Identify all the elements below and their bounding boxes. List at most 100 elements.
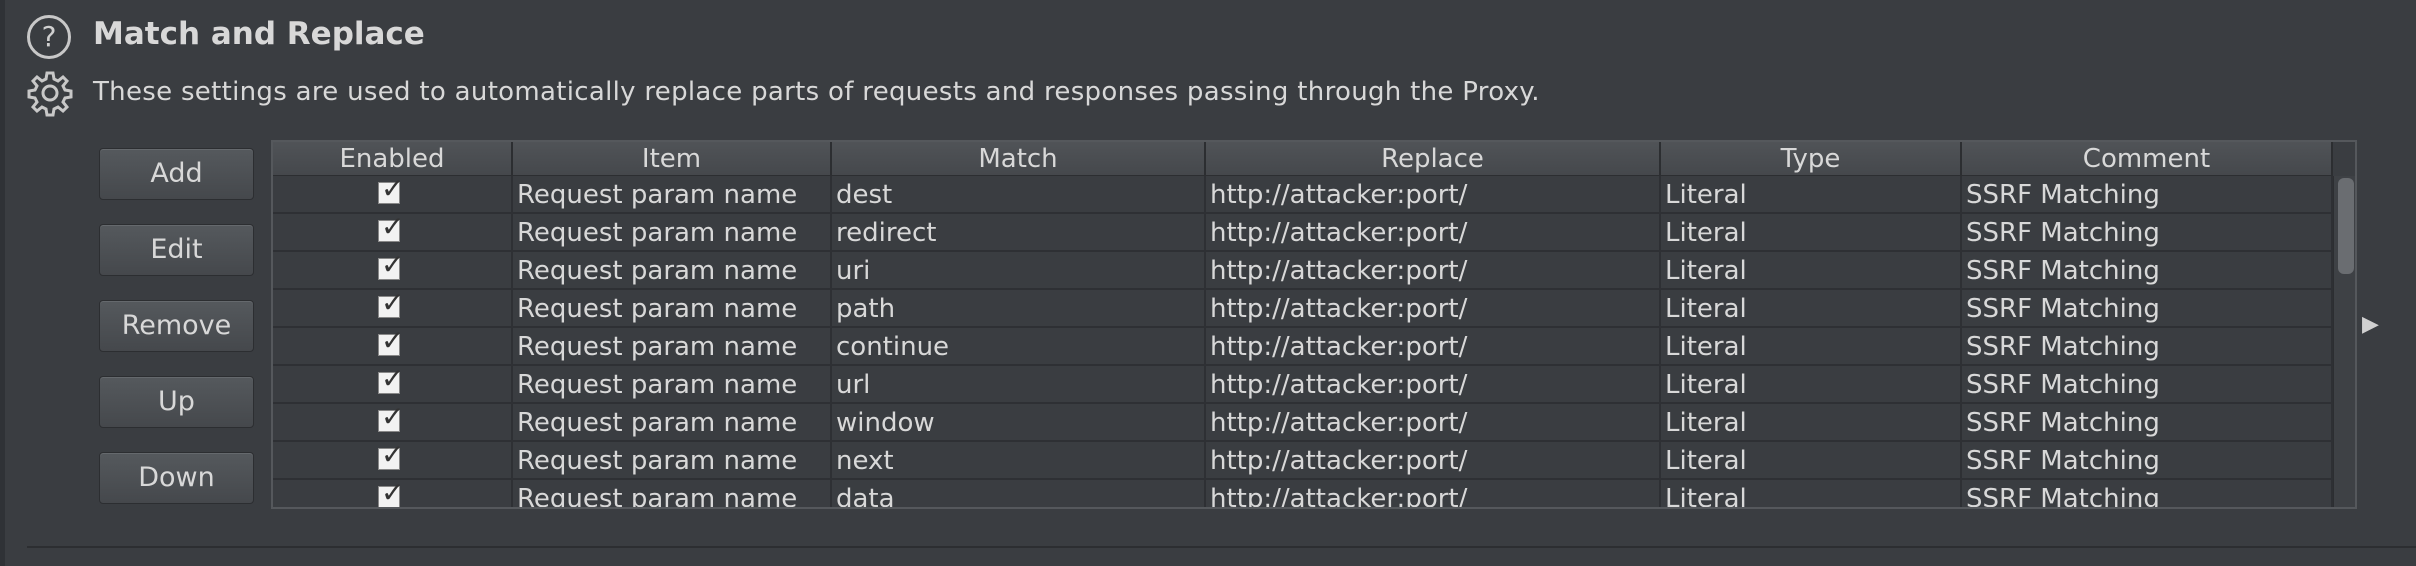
table-row[interactable]: ✓ Request param name redirect http://att… [273, 214, 2333, 252]
item-cell: Request param name [513, 252, 832, 288]
checkmark-icon: ✓ [381, 404, 405, 433]
section-divider [27, 546, 2416, 548]
table-header: Enabled Item Match Replace Type Comment [273, 142, 2333, 176]
match-cell: path [832, 290, 1206, 326]
up-button[interactable]: Up [99, 376, 254, 428]
table-row[interactable]: ✓ Request param name uri http://attacker… [273, 252, 2333, 290]
remove-button[interactable]: Remove [99, 300, 254, 352]
table-row[interactable]: ✓ Request param name path http://attacke… [273, 290, 2333, 328]
enabled-cell: ✓ [273, 290, 513, 326]
match-replace-table[interactable]: Enabled Item Match Replace Type Comment … [271, 140, 2357, 509]
table-row[interactable]: ✓ Request param name data http://attacke… [273, 480, 2333, 507]
comment-cell: SSRF Matching [1962, 252, 2333, 288]
comment-cell: SSRF Matching [1962, 290, 2333, 326]
item-cell: Request param name [513, 366, 832, 402]
item-cell: Request param name [513, 290, 832, 326]
replace-cell: http://attacker:port/ [1206, 214, 1661, 250]
table-row[interactable]: ✓ Request param name window http://attac… [273, 404, 2333, 442]
match-cell: uri [832, 252, 1206, 288]
enabled-cell: ✓ [273, 442, 513, 478]
enabled-checkbox[interactable]: ✓ [378, 328, 404, 356]
column-header-item[interactable]: Item [513, 142, 832, 176]
enabled-checkbox[interactable]: ✓ [378, 366, 404, 394]
comment-cell: SSRF Matching [1962, 366, 2333, 402]
replace-cell: http://attacker:port/ [1206, 480, 1661, 507]
column-header-match[interactable]: Match [832, 142, 1206, 176]
column-header-enabled[interactable]: Enabled [273, 142, 513, 176]
type-cell: Literal [1661, 176, 1962, 212]
add-button[interactable]: Add [99, 148, 254, 200]
replace-cell: http://attacker:port/ [1206, 366, 1661, 402]
down-button[interactable]: Down [99, 452, 254, 504]
type-cell: Literal [1661, 328, 1962, 364]
type-cell: Literal [1661, 480, 1962, 507]
match-cell: continue [832, 328, 1206, 364]
checkmark-icon: ✓ [381, 252, 405, 281]
enabled-cell: ✓ [273, 366, 513, 402]
item-cell: Request param name [513, 214, 832, 250]
enabled-checkbox[interactable]: ✓ [378, 442, 404, 470]
table-row[interactable]: ✓ Request param name next http://attacke… [273, 442, 2333, 480]
vertical-scrollbar[interactable] [2333, 176, 2355, 507]
match-cell: dest [832, 176, 1206, 212]
checkmark-icon: ✓ [381, 328, 405, 357]
table-row[interactable]: ✓ Request param name url http://attacker… [273, 366, 2333, 404]
match-cell: redirect [832, 214, 1206, 250]
type-cell: Literal [1661, 442, 1962, 478]
gear-icon[interactable] [26, 69, 74, 117]
match-cell: next [832, 442, 1206, 478]
enabled-checkbox[interactable]: ✓ [378, 480, 404, 507]
comment-cell: SSRF Matching [1962, 176, 2333, 212]
type-cell: Literal [1661, 404, 1962, 440]
checkmark-icon: ✓ [381, 366, 405, 395]
section-description: These settings are used to automatically… [93, 77, 1540, 107]
comment-cell: SSRF Matching [1962, 442, 2333, 478]
table-row[interactable]: ✓ Request param name continue http://att… [273, 328, 2333, 366]
replace-cell: http://attacker:port/ [1206, 252, 1661, 288]
enabled-cell: ✓ [273, 214, 513, 250]
scrollbar-thumb[interactable] [2338, 178, 2354, 274]
match-cell: url [832, 366, 1206, 402]
type-cell: Literal [1661, 290, 1962, 326]
checkmark-icon: ✓ [381, 176, 405, 205]
match-cell: data [832, 480, 1206, 507]
comment-cell: SSRF Matching [1962, 404, 2333, 440]
column-header-type[interactable]: Type [1661, 142, 1962, 176]
table-body: ✓ Request param name dest http://attacke… [273, 176, 2333, 507]
checkmark-icon: ✓ [381, 214, 405, 243]
column-header-comment[interactable]: Comment [1962, 142, 2333, 176]
column-header-replace[interactable]: Replace [1206, 142, 1661, 176]
item-cell: Request param name [513, 404, 832, 440]
expand-arrow-icon[interactable]: ▶ [2362, 312, 2379, 337]
replace-cell: http://attacker:port/ [1206, 328, 1661, 364]
item-cell: Request param name [513, 442, 832, 478]
enabled-cell: ✓ [273, 404, 513, 440]
type-cell: Literal [1661, 366, 1962, 402]
table-row[interactable]: ✓ Request param name dest http://attacke… [273, 176, 2333, 214]
replace-cell: http://attacker:port/ [1206, 290, 1661, 326]
edit-button[interactable]: Edit [99, 224, 254, 276]
left-edge-border [0, 0, 5, 566]
item-cell: Request param name [513, 176, 832, 212]
replace-cell: http://attacker:port/ [1206, 404, 1661, 440]
comment-cell: SSRF Matching [1962, 480, 2333, 507]
match-cell: window [832, 404, 1206, 440]
enabled-checkbox[interactable]: ✓ [378, 252, 404, 280]
replace-cell: http://attacker:port/ [1206, 442, 1661, 478]
section-title: Match and Replace [93, 16, 425, 52]
enabled-cell: ✓ [273, 480, 513, 507]
enabled-cell: ✓ [273, 252, 513, 288]
enabled-checkbox[interactable]: ✓ [378, 404, 404, 432]
checkmark-icon: ✓ [381, 290, 405, 319]
help-icon[interactable]: ? [27, 15, 71, 59]
replace-cell: http://attacker:port/ [1206, 176, 1661, 212]
comment-cell: SSRF Matching [1962, 214, 2333, 250]
enabled-cell: ✓ [273, 328, 513, 364]
checkmark-icon: ✓ [381, 442, 405, 471]
item-cell: Request param name [513, 328, 832, 364]
enabled-cell: ✓ [273, 176, 513, 212]
enabled-checkbox[interactable]: ✓ [378, 176, 404, 204]
enabled-checkbox[interactable]: ✓ [378, 290, 404, 318]
type-cell: Literal [1661, 214, 1962, 250]
enabled-checkbox[interactable]: ✓ [378, 214, 404, 242]
